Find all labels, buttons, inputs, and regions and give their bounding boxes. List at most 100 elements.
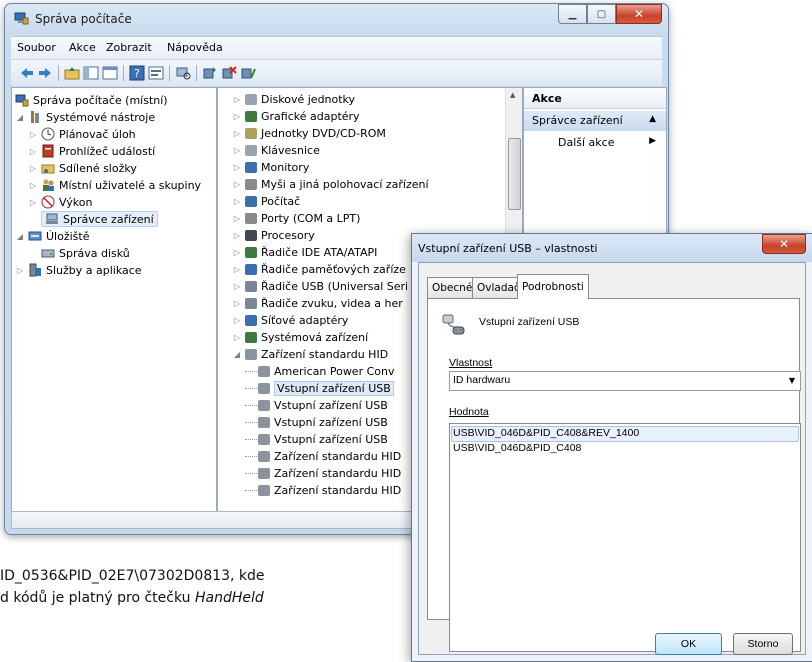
device-category[interactable]: ▷ Řadiče paměťových zaříze	[232, 261, 406, 277]
expand-arrow-icon[interactable]: ▷	[232, 146, 242, 155]
usb-input-device-icon	[442, 314, 465, 335]
dialog-title: Vstupní zařízení USB – vlastnosti	[418, 242, 598, 255]
collapse-arrow-icon[interactable]: ◢	[15, 232, 25, 241]
back-icon[interactable]	[19, 65, 35, 81]
device-item[interactable]: Vstupní zařízení USB	[245, 380, 394, 396]
device-category[interactable]: ▷ Monitory	[232, 159, 309, 175]
show-tree-icon[interactable]	[83, 65, 99, 81]
device-item[interactable]: Vstupní zařízení USB	[245, 431, 388, 447]
device-category[interactable]: ▷ Myši a jiná polohovací zařízení	[232, 176, 429, 192]
device-category[interactable]: ◢ Zařízení standardu HID	[232, 346, 388, 362]
update-driver-icon[interactable]	[202, 65, 218, 81]
tree-item-performance[interactable]: ▷ Výkon	[28, 194, 92, 210]
expand-arrow-icon[interactable]: ▷	[28, 181, 38, 190]
expand-arrow-icon[interactable]: ▷	[28, 198, 38, 207]
value-item[interactable]: USB\VID_046D&PID_C408	[453, 442, 581, 454]
tree-item-device-manager[interactable]: Správce zařízení	[41, 211, 158, 227]
tree-label: Výkon	[59, 195, 93, 209]
device-category[interactable]: ▷ Jednotky DVD/CD-ROM	[232, 125, 386, 141]
tab-general[interactable]: Obecné	[427, 277, 478, 298]
ok-button[interactable]: OK	[655, 633, 722, 655]
tree-item-task-scheduler[interactable]: ▷ Plánovač úloh	[28, 126, 136, 142]
expand-arrow-icon[interactable]: ▷	[232, 95, 242, 104]
device-category[interactable]: ▷ Grafické adaptéry	[232, 108, 360, 124]
up-folder-icon[interactable]	[64, 65, 80, 81]
expand-arrow-icon[interactable]: ▷	[232, 231, 242, 240]
scan-hardware-icon[interactable]	[175, 65, 191, 81]
device-category[interactable]: ▷ Systémová zařízení	[232, 329, 368, 345]
property-dropdown[interactable]: ID hardwaru ▼	[449, 371, 801, 391]
device-category[interactable]: ▷ Řadiče zvuku, videa a her	[232, 295, 403, 311]
expand-arrow-icon[interactable]: ▷	[28, 164, 38, 173]
device-item[interactable]: Zařízení standardu HID	[245, 465, 401, 481]
device-item[interactable]: Zařízení standardu HID	[245, 482, 401, 498]
device-category[interactable]: ▷ Řadiče USB (Universal Seri	[232, 278, 408, 294]
tree-item-disk-management[interactable]: Správa disků	[41, 245, 130, 261]
value-item[interactable]: USB\VID_046D&PID_C408&REV_1400	[453, 427, 639, 439]
expand-arrow-icon[interactable]: ▷	[232, 265, 242, 274]
tree-item-services[interactable]: ▷ Služby a aplikace	[15, 262, 142, 278]
device-label: Řadiče USB (Universal Seri	[261, 279, 409, 293]
actions-section-device-manager[interactable]: Správce zařízení ▲	[524, 111, 666, 131]
expand-arrow-icon[interactable]: ▷	[232, 282, 242, 291]
uninstall-icon[interactable]	[221, 65, 237, 81]
expand-arrow-icon[interactable]: ▷	[232, 112, 242, 121]
menu-soubor[interactable]: Soubor	[17, 41, 56, 54]
expand-arrow-icon[interactable]: ▷	[232, 333, 242, 342]
device-item[interactable]: Vstupní zařízení USB	[245, 397, 388, 413]
device-category[interactable]: ▷ Řadiče IDE ATA/ATAPI	[232, 244, 377, 260]
device-category[interactable]: ▷ Počítač	[232, 193, 300, 209]
expand-arrow-icon[interactable]: ▷	[232, 248, 242, 257]
help-icon[interactable]: ?	[129, 65, 145, 81]
menu-zobrazit[interactable]: Zobrazit	[106, 41, 152, 54]
expand-arrow-icon[interactable]: ▷	[232, 316, 242, 325]
device-label: Řadiče IDE ATA/ATAPI	[261, 245, 378, 259]
dropdown-arrow-icon[interactable]: ▼	[785, 373, 799, 388]
properties-icon[interactable]	[148, 65, 164, 81]
expand-arrow-icon[interactable]: ▷	[232, 129, 242, 138]
device-label: Klávesnice	[261, 143, 320, 157]
device-category[interactable]: ▷ Diskové jednotky	[232, 91, 355, 107]
dialog-close-button[interactable]: ✕	[762, 234, 806, 254]
expand-arrow-icon[interactable]: ▷	[232, 197, 242, 206]
more-actions-item[interactable]: Další akce ▶	[524, 134, 666, 152]
expand-arrow-icon[interactable]: ▷	[28, 130, 38, 139]
tree-item-event-viewer[interactable]: ▷ Prohlížeč událostí	[28, 143, 155, 159]
device-category[interactable]: ▷ Síťové adaptéry	[232, 312, 349, 328]
scrollbar-thumb[interactable]	[508, 138, 521, 210]
actions-section-label: Správce zařízení	[532, 114, 623, 127]
expand-arrow-icon[interactable]: ▷	[28, 147, 38, 156]
minimize-button[interactable]: ▁	[558, 4, 587, 24]
device-category[interactable]: ▷ Procesory	[232, 227, 315, 243]
collapse-up-icon[interactable]: ▲	[649, 114, 656, 124]
menu-akce[interactable]: Akce	[69, 41, 96, 54]
forward-icon[interactable]	[37, 65, 53, 81]
collapse-arrow-icon[interactable]: ◢	[232, 350, 242, 359]
close-button[interactable]: ✕	[616, 4, 662, 24]
device-item[interactable]: American Power Conv	[245, 363, 395, 379]
collapse-arrow-icon[interactable]: ◢	[15, 113, 25, 122]
window-icon[interactable]	[102, 65, 118, 81]
tree-item-storage[interactable]: ◢ Úložiště	[15, 228, 90, 244]
menu-napoveda[interactable]: Nápověda	[167, 41, 223, 54]
device-category[interactable]: ▷ Porty (COM a LPT)	[232, 210, 361, 226]
value-listbox[interactable]: USB\VID_046D&PID_C408&REV_1400 USB\VID_0…	[449, 423, 801, 652]
expand-arrow-icon[interactable]: ▷	[232, 163, 242, 172]
enable-device-icon[interactable]	[240, 65, 256, 81]
tab-details[interactable]: Podrobnosti	[517, 274, 589, 299]
tree-item-local-users[interactable]: ▷ Místní uživatelé a skupiny	[28, 177, 201, 193]
maximize-button[interactable]: ▢	[587, 4, 616, 24]
device-item[interactable]: Vstupní zařízení USB	[245, 414, 388, 430]
expand-arrow-icon[interactable]: ▷	[15, 266, 25, 275]
scroll-up-icon[interactable]: ▲	[510, 91, 515, 99]
tree-item-system-tools[interactable]: ◢ Systémové nástroje	[15, 109, 155, 125]
tree-item-computer-management[interactable]: Správa počítače (místní)	[15, 92, 168, 108]
tree-connector	[245, 414, 257, 423]
expand-arrow-icon[interactable]: ▷	[232, 214, 242, 223]
expand-arrow-icon[interactable]: ▷	[232, 180, 242, 189]
cancel-button[interactable]: Storno	[733, 633, 793, 655]
device-category[interactable]: ▷ Klávesnice	[232, 142, 320, 158]
tree-item-shared-folders[interactable]: ▷ Sdílené složky	[28, 160, 137, 176]
device-item[interactable]: Zařízení standardu HID	[245, 448, 401, 464]
expand-arrow-icon[interactable]: ▷	[232, 299, 242, 308]
